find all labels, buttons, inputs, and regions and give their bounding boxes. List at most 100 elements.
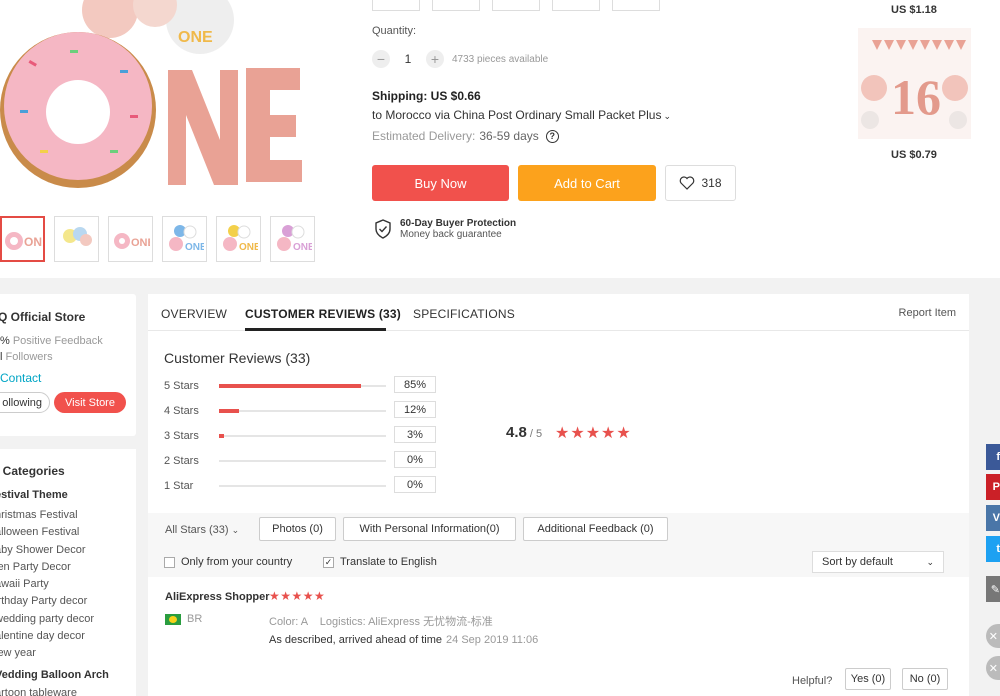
category-item[interactable]: awaii Party [0, 578, 94, 595]
shipping-method: to Morocco via China Post Ordinary Small… [372, 108, 662, 122]
wishlist-button[interactable]: 318 [665, 165, 736, 201]
thumbnail[interactable]: ONE [108, 216, 153, 262]
logistics-value: AliExpress 无忧物流-标准 [368, 616, 493, 628]
rating-row[interactable]: 1 Star 0% [164, 476, 444, 505]
rating-bar-track [219, 384, 386, 388]
category-item[interactable]: lew year [0, 647, 94, 664]
thumbnail-text: ONE [239, 242, 258, 253]
sort-label: Sort by default [822, 556, 893, 568]
category-item[interactable]: len Party Decor [0, 561, 94, 578]
estimated-delivery: Estimated Delivery: 36-59 days ? [372, 129, 559, 143]
quantity-plus-button[interactable]: + [426, 50, 444, 68]
quantity-label: Quantity: [372, 25, 417, 37]
variant-option[interactable] [372, 0, 420, 11]
thumbnail[interactable]: ONE [216, 216, 261, 262]
vk-share-icon[interactable]: V [986, 505, 1000, 531]
thumbnail-text: ONE [24, 235, 42, 249]
edit-icon[interactable]: ✎ [986, 576, 1000, 602]
variant-options [372, 0, 660, 11]
only-country-checkbox[interactable]: Only from your country [164, 556, 292, 568]
variant-option[interactable] [432, 0, 480, 11]
translate-checkbox[interactable]: ✓ Translate to English [323, 556, 437, 568]
following-button[interactable]: ollowing [0, 392, 50, 413]
shipping-method-dropdown[interactable]: to Morocco via China Post Ordinary Small… [372, 108, 671, 122]
product-main-image[interactable]: ONE [0, 0, 320, 205]
sort-dropdown[interactable]: Sort by default ⌄ [812, 551, 944, 573]
rating-row-label: 4 Stars [164, 405, 199, 417]
available-count: 4733 pieces available [452, 53, 549, 65]
rating-row-percent: 3% [394, 426, 436, 443]
reviews-title: Customer Reviews (33) [164, 350, 311, 366]
category-item[interactable]: artoon tableware [0, 687, 77, 696]
variant-option[interactable] [552, 0, 600, 11]
brazil-flag-icon [165, 613, 181, 625]
tab-overview[interactable]: OVERVIEW [161, 307, 227, 321]
average-rating: 4.8 / 5 [506, 424, 542, 441]
thumbnail-text: ONE [293, 242, 312, 253]
buyer-protection: 60-Day Buyer Protection Money back guara… [374, 218, 516, 240]
balloon-one-text: ONE [178, 29, 213, 46]
rating-bar-track [219, 409, 386, 413]
rating-bar-fill [219, 384, 361, 388]
additional-feedback-filter-button[interactable]: Additional Feedback (0) [523, 517, 668, 541]
rating-row-percent: 0% [394, 476, 436, 493]
thumbnail-text: ONE [185, 242, 204, 253]
shipping-info: Shipping: US $0.66 [372, 89, 481, 103]
recommended-product-image[interactable]: 16 [858, 28, 971, 139]
eta-value: 36-59 days [479, 129, 539, 143]
twitter-share-icon[interactable]: t [986, 536, 1000, 562]
feedback-value: % [0, 335, 10, 347]
tab-customer-reviews[interactable]: CUSTOMER REVIEWS (33) [245, 307, 401, 321]
color-value: A [300, 616, 308, 628]
buy-now-button[interactable]: Buy Now [372, 165, 509, 201]
recommended-price: US $0.79 [891, 149, 937, 161]
close-icon[interactable]: ✕ [986, 624, 1000, 648]
category-item[interactable]: irthday Party decor [0, 595, 94, 612]
category-item[interactable]: wedding party decor [0, 613, 94, 630]
thumbnail[interactable]: ONE [0, 216, 45, 262]
category-item[interactable]: alentine day decor [0, 630, 94, 647]
variant-option[interactable] [612, 0, 660, 11]
active-tab-indicator [245, 328, 386, 331]
rating-row-percent: 0% [394, 451, 436, 468]
photos-filter-button[interactable]: Photos (0) [259, 517, 336, 541]
rating-bar-fill [219, 434, 224, 438]
thumbnail-text: ONE [131, 237, 150, 249]
category-group[interactable]: Vedding Balloon Arch [0, 669, 109, 681]
feedback-label: Positive Feedback [12, 335, 103, 347]
helpful-yes-button[interactable]: Yes (0) [845, 668, 891, 690]
contact-link[interactable]: Contact [0, 371, 41, 385]
personal-info-filter-button[interactable]: With Personal Information(0) [343, 517, 516, 541]
translate-label: Translate to English [340, 556, 437, 568]
helpful-no-button[interactable]: No (0) [902, 668, 948, 690]
tab-specifications[interactable]: SPECIFICATIONS [413, 307, 515, 321]
category-list: hristmas Festival alloween Festival aby … [0, 509, 94, 665]
reviews-panel: OVERVIEW CUSTOMER REVIEWS (33) SPECIFICA… [148, 294, 969, 696]
quantity-minus-button[interactable]: − [372, 50, 390, 68]
all-stars-label: All Stars (33) [165, 524, 229, 536]
thumbnail[interactable] [54, 216, 99, 262]
quantity-input[interactable]: 1 [398, 52, 418, 66]
report-item-link[interactable]: Report Item [899, 307, 956, 319]
visit-store-button[interactable]: Visit Store [54, 392, 126, 413]
facebook-glyph: f [996, 451, 1000, 463]
rating-row-label: 2 Stars [164, 455, 199, 467]
close-icon[interactable]: ✕ [986, 656, 1000, 680]
variant-option[interactable] [492, 0, 540, 11]
category-item[interactable]: aby Shower Decor [0, 544, 94, 561]
rating-bar-fill [219, 409, 240, 413]
all-stars-dropdown[interactable]: All Stars (33) ⌄ [165, 524, 239, 536]
add-to-cart-button[interactable]: Add to Cart [518, 165, 656, 201]
thumbnail[interactable]: ONE [162, 216, 207, 262]
category-item[interactable]: alloween Festival [0, 526, 94, 543]
category-item[interactable]: hristmas Festival [0, 509, 94, 526]
review-item: AliExpress Shopper ★★★★★ BR Color: A Log… [148, 578, 969, 696]
question-icon[interactable]: ? [545, 129, 559, 143]
categories-heading: re Categories [0, 464, 65, 478]
store-name[interactable]: Q Official Store [0, 310, 85, 324]
category-group[interactable]: estival Theme [0, 489, 68, 501]
store-categories: re Categories estival Theme hristmas Fes… [0, 449, 136, 696]
pinterest-share-icon[interactable]: P [986, 474, 1000, 500]
thumbnail[interactable]: ONE [270, 216, 315, 262]
facebook-share-icon[interactable]: f [986, 444, 1000, 470]
